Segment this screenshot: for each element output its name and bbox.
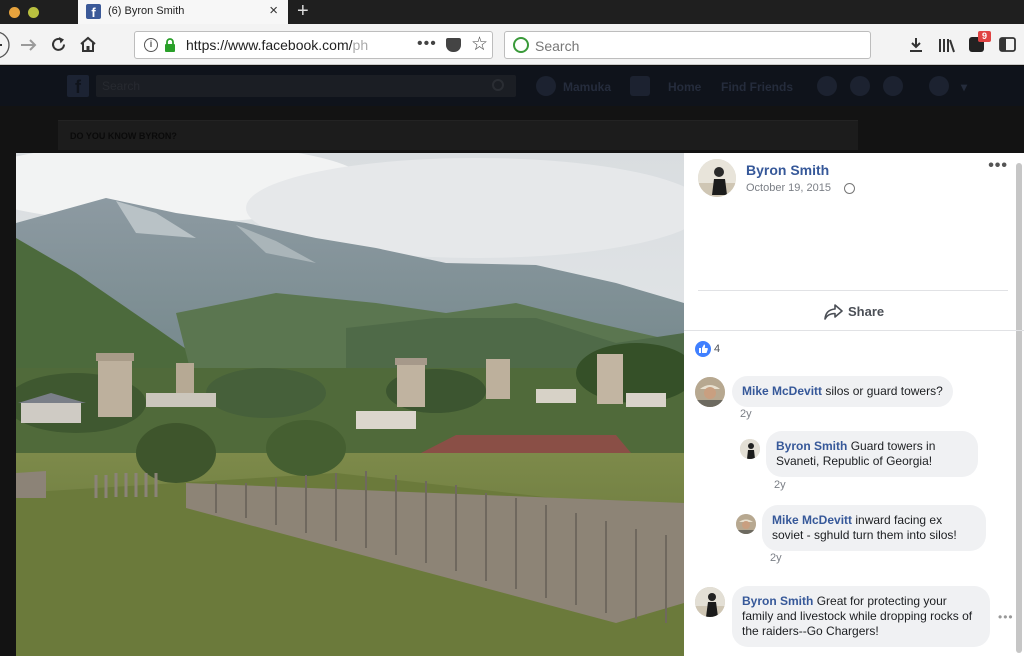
globe-icon	[844, 183, 855, 194]
tab-title: (6) Byron Smith	[108, 5, 185, 17]
star-icon[interactable]: ☆	[471, 33, 488, 56]
home-icon[interactable]	[79, 36, 97, 53]
navigation-bar: i https://www.facebook.com/ph ••• ☆ Sear…	[0, 24, 1024, 65]
facebook-search-placeholder: Search	[102, 79, 141, 93]
pages-icon[interactable]	[630, 76, 650, 96]
friend-requests-icon[interactable]	[817, 76, 837, 96]
post-date[interactable]: October 19, 2015	[746, 182, 831, 194]
tab-strip: f (6) Byron Smith × +	[0, 0, 1024, 24]
post-options-icon[interactable]: •••	[988, 157, 1008, 175]
panel-scrollbar[interactable]	[1016, 163, 1022, 653]
facebook-logo-icon[interactable]: f	[67, 75, 89, 97]
divider	[684, 330, 1024, 331]
commenter-avatar[interactable]	[695, 587, 725, 617]
window-minimize-button[interactable]	[9, 7, 20, 18]
search-engine-icon	[513, 37, 529, 53]
commenter-name-link[interactable]: Byron Smith	[776, 439, 847, 453]
home-link[interactable]: Home	[668, 80, 701, 94]
messages-icon[interactable]	[850, 76, 870, 96]
like-reaction-icon[interactable]	[695, 341, 711, 357]
commenter-name-link[interactable]: Byron Smith	[742, 594, 813, 608]
window-zoom-button[interactable]	[28, 7, 39, 18]
author-avatar-image	[698, 159, 736, 197]
landscape-photo-image	[16, 153, 684, 656]
url-bar[interactable]: i https://www.facebook.com/ph ••• ☆	[134, 31, 493, 59]
download-icon[interactable]	[908, 37, 924, 53]
extension-badge: 9	[978, 31, 991, 42]
info-icon[interactable]: i	[144, 38, 158, 52]
facebook-search-input[interactable]: Search	[96, 75, 516, 97]
comment-timestamp[interactable]: 2y	[774, 479, 786, 491]
photo-comments-panel: Byron Smith October 19, 2015 ••• Share 4…	[684, 153, 1024, 656]
page-actions-more-icon[interactable]: •••	[417, 35, 437, 53]
author-name-link[interactable]: Byron Smith	[746, 162, 829, 178]
reload-icon[interactable]	[50, 36, 67, 53]
comment-timestamp[interactable]: 2y	[740, 408, 752, 420]
share-label: Share	[848, 304, 885, 319]
lock-icon	[165, 38, 175, 52]
help-icon[interactable]	[929, 76, 949, 96]
commenter-name-link[interactable]: Mike McDevitt	[772, 513, 852, 527]
url-text: https://www.facebook.com/ph	[186, 37, 369, 53]
search-icon[interactable]	[492, 79, 504, 91]
profile-avatar[interactable]	[536, 76, 556, 96]
account-menu-icon[interactable]: ▾	[961, 80, 967, 94]
comment-bubble: Mike McDevitt silos or guard towers?	[732, 376, 953, 407]
commenter-avatar[interactable]	[740, 439, 760, 459]
search-placeholder: Search	[535, 38, 580, 54]
library-icon[interactable]	[938, 37, 956, 53]
divider	[698, 290, 1008, 291]
comment-bubble: Byron Smith Great for protecting your fa…	[732, 586, 990, 647]
find-friends-link[interactable]: Find Friends	[721, 80, 793, 94]
comment-bubble: Mike McDevitt inward facing ex soviet - …	[762, 505, 986, 551]
sidebar-icon[interactable]	[999, 37, 1016, 52]
facebook-favicon-icon: f	[86, 4, 101, 20]
browser-tab[interactable]: f (6) Byron Smith ×	[78, 0, 288, 24]
author-avatar[interactable]	[698, 159, 736, 197]
share-icon	[824, 304, 843, 320]
profile-name-link[interactable]: Mamuka	[563, 80, 611, 94]
comment-timestamp[interactable]: 2y	[770, 552, 782, 564]
section-title: DO YOU KNOW BYRON?	[70, 131, 177, 141]
new-tab-icon[interactable]: +	[297, 0, 309, 22]
post-photo[interactable]	[16, 153, 684, 656]
like-count[interactable]: 4	[714, 343, 720, 355]
browser-search-field[interactable]: Search	[504, 31, 871, 59]
forward-icon[interactable]	[20, 37, 38, 53]
comment-options-icon[interactable]: •••	[998, 610, 1014, 624]
commenter-avatar[interactable]	[736, 514, 756, 534]
comment-bubble: Byron Smith Guard towers in Svaneti, Rep…	[766, 431, 978, 477]
people-you-may-know-box: DO YOU KNOW BYRON?	[58, 120, 858, 150]
tab-close-icon[interactable]: ×	[269, 2, 278, 19]
comment-text: silos or guard towers?	[825, 384, 943, 398]
back-icon[interactable]	[0, 32, 14, 58]
facebook-top-bar: f Search Mamuka Home Find Friends ▾	[0, 66, 1024, 106]
commenter-avatar[interactable]	[695, 377, 725, 407]
pocket-icon[interactable]	[446, 38, 461, 52]
notifications-icon[interactable]	[883, 76, 903, 96]
commenter-name-link[interactable]: Mike McDevitt	[742, 384, 822, 398]
